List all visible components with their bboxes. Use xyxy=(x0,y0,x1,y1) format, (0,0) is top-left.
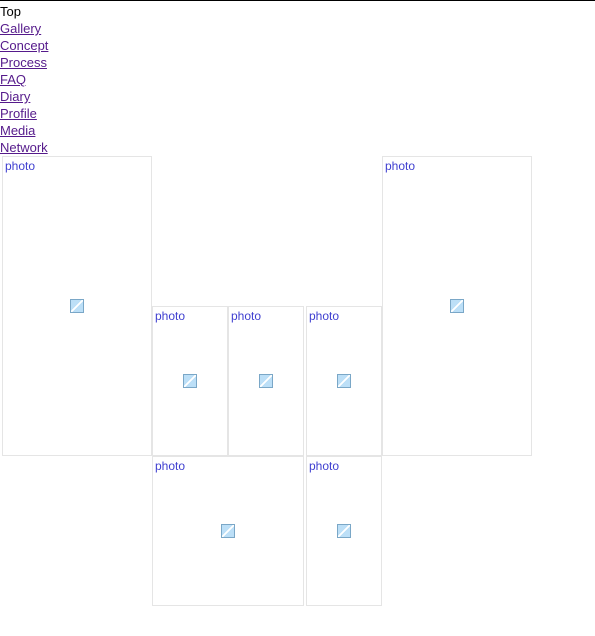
gallery-tile[interactable]: photo xyxy=(2,156,152,456)
gallery-tile[interactable]: photo xyxy=(306,456,382,606)
image-placeholder-icon xyxy=(450,299,464,313)
tile-caption: photo xyxy=(155,309,185,323)
nav-link-gallery[interactable]: Gallery xyxy=(0,20,41,37)
image-placeholder-icon xyxy=(337,374,351,388)
image-placeholder-icon xyxy=(259,374,273,388)
gallery-area: photo photo photo photo photo photo phot… xyxy=(0,156,595,636)
image-placeholder-icon xyxy=(70,299,84,313)
nav-link-faq[interactable]: FAQ xyxy=(0,71,26,88)
nav-top: Top Gallery Concept Process FAQ Diary Pr… xyxy=(0,1,595,156)
tile-caption: photo xyxy=(309,309,339,323)
gallery-tile[interactable]: photo xyxy=(382,156,532,456)
gallery-tile[interactable]: photo xyxy=(228,306,304,456)
tile-caption: photo xyxy=(5,159,35,173)
tile-caption: photo xyxy=(155,459,185,473)
nav-link-network[interactable]: Network xyxy=(0,139,48,156)
nav-top-label: Top xyxy=(0,3,595,20)
image-placeholder-icon xyxy=(183,374,197,388)
tile-caption: photo xyxy=(385,159,415,173)
gallery-tile[interactable]: photo xyxy=(306,306,382,456)
gallery-tile[interactable]: photo xyxy=(152,456,304,606)
image-placeholder-icon xyxy=(221,524,235,538)
nav-link-concept[interactable]: Concept xyxy=(0,37,48,54)
gallery-tile[interactable]: photo xyxy=(152,306,228,456)
nav-link-profile[interactable]: Profile xyxy=(0,105,37,122)
tile-caption: photo xyxy=(309,459,339,473)
nav-link-diary[interactable]: Diary xyxy=(0,88,30,105)
nav-links: Gallery Concept Process FAQ Diary Profil… xyxy=(0,20,595,156)
tile-caption: photo xyxy=(231,309,261,323)
image-placeholder-icon xyxy=(337,524,351,538)
nav-link-media[interactable]: Media xyxy=(0,122,35,139)
nav-link-process[interactable]: Process xyxy=(0,54,47,71)
